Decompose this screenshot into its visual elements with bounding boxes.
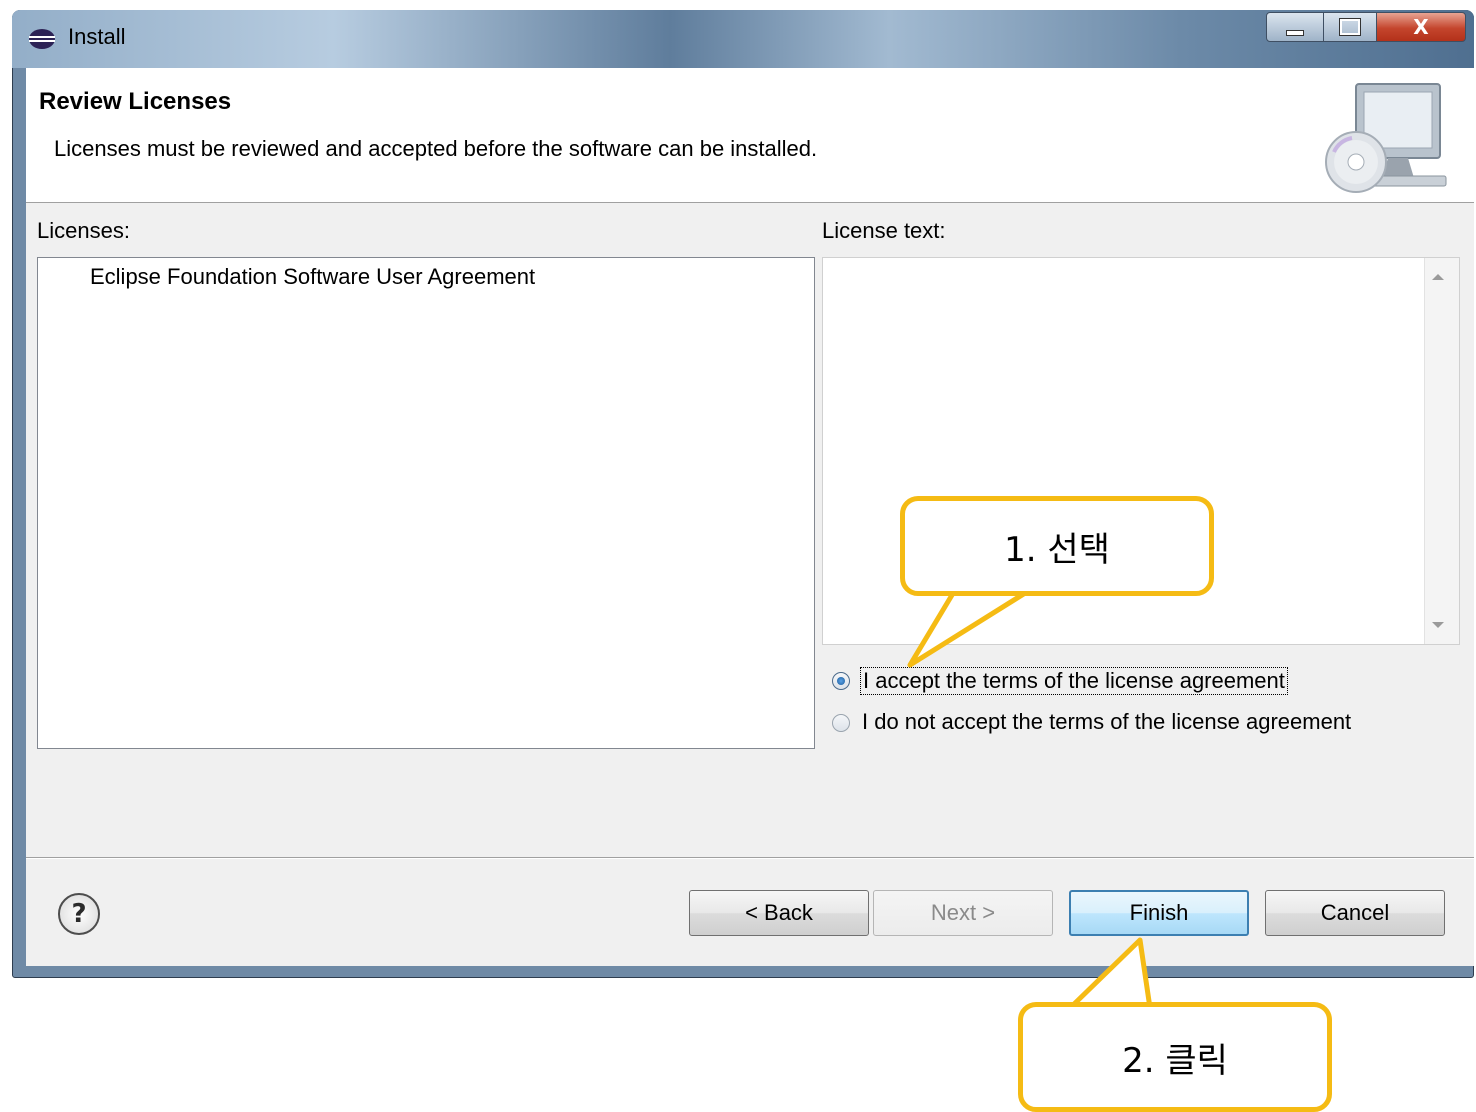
minimize-button[interactable] xyxy=(1266,12,1324,42)
page-description: Licenses must be reviewed and accepted b… xyxy=(54,136,818,161)
page-title: Review Licenses xyxy=(39,88,232,115)
list-item[interactable]: Eclipse Foundation Software User Agreeme… xyxy=(90,264,535,290)
accept-radio-label[interactable]: I accept the terms of the license agreem… xyxy=(860,667,1288,695)
close-icon: X xyxy=(1413,15,1429,39)
help-icon[interactable]: ? xyxy=(58,893,100,935)
back-button[interactable]: < Back xyxy=(689,890,869,936)
window-title: Install xyxy=(68,24,126,49)
minimize-icon xyxy=(1286,30,1304,36)
license-text-scrollbar[interactable] xyxy=(1424,258,1459,644)
radio-selected-dot xyxy=(837,677,845,685)
eclipse-icon xyxy=(29,29,55,49)
maximize-button[interactable] xyxy=(1323,12,1377,42)
cancel-button[interactable]: Cancel xyxy=(1265,890,1445,936)
license-text-label: License text: xyxy=(822,218,946,243)
button-bar-separator xyxy=(26,857,1474,859)
licenses-label: Licenses: xyxy=(37,218,130,243)
decline-radio[interactable] xyxy=(832,714,850,732)
callout-click: 2. 클릭 xyxy=(1018,1002,1332,1112)
install-monitor-cd-icon xyxy=(1325,83,1447,193)
callout-select: 1. 선택 xyxy=(900,496,1214,596)
licenses-list[interactable] xyxy=(37,257,815,749)
scroll-down-icon[interactable] xyxy=(1432,622,1444,628)
decline-radio-label[interactable]: I do not accept the terms of the license… xyxy=(862,709,1351,735)
next-button[interactable]: Next > xyxy=(873,890,1053,936)
close-button[interactable]: X xyxy=(1376,12,1466,42)
scroll-up-icon[interactable] xyxy=(1432,274,1444,280)
maximize-icon xyxy=(1339,18,1361,36)
title-bar[interactable] xyxy=(12,10,1474,68)
finish-button[interactable]: Finish xyxy=(1069,890,1249,936)
